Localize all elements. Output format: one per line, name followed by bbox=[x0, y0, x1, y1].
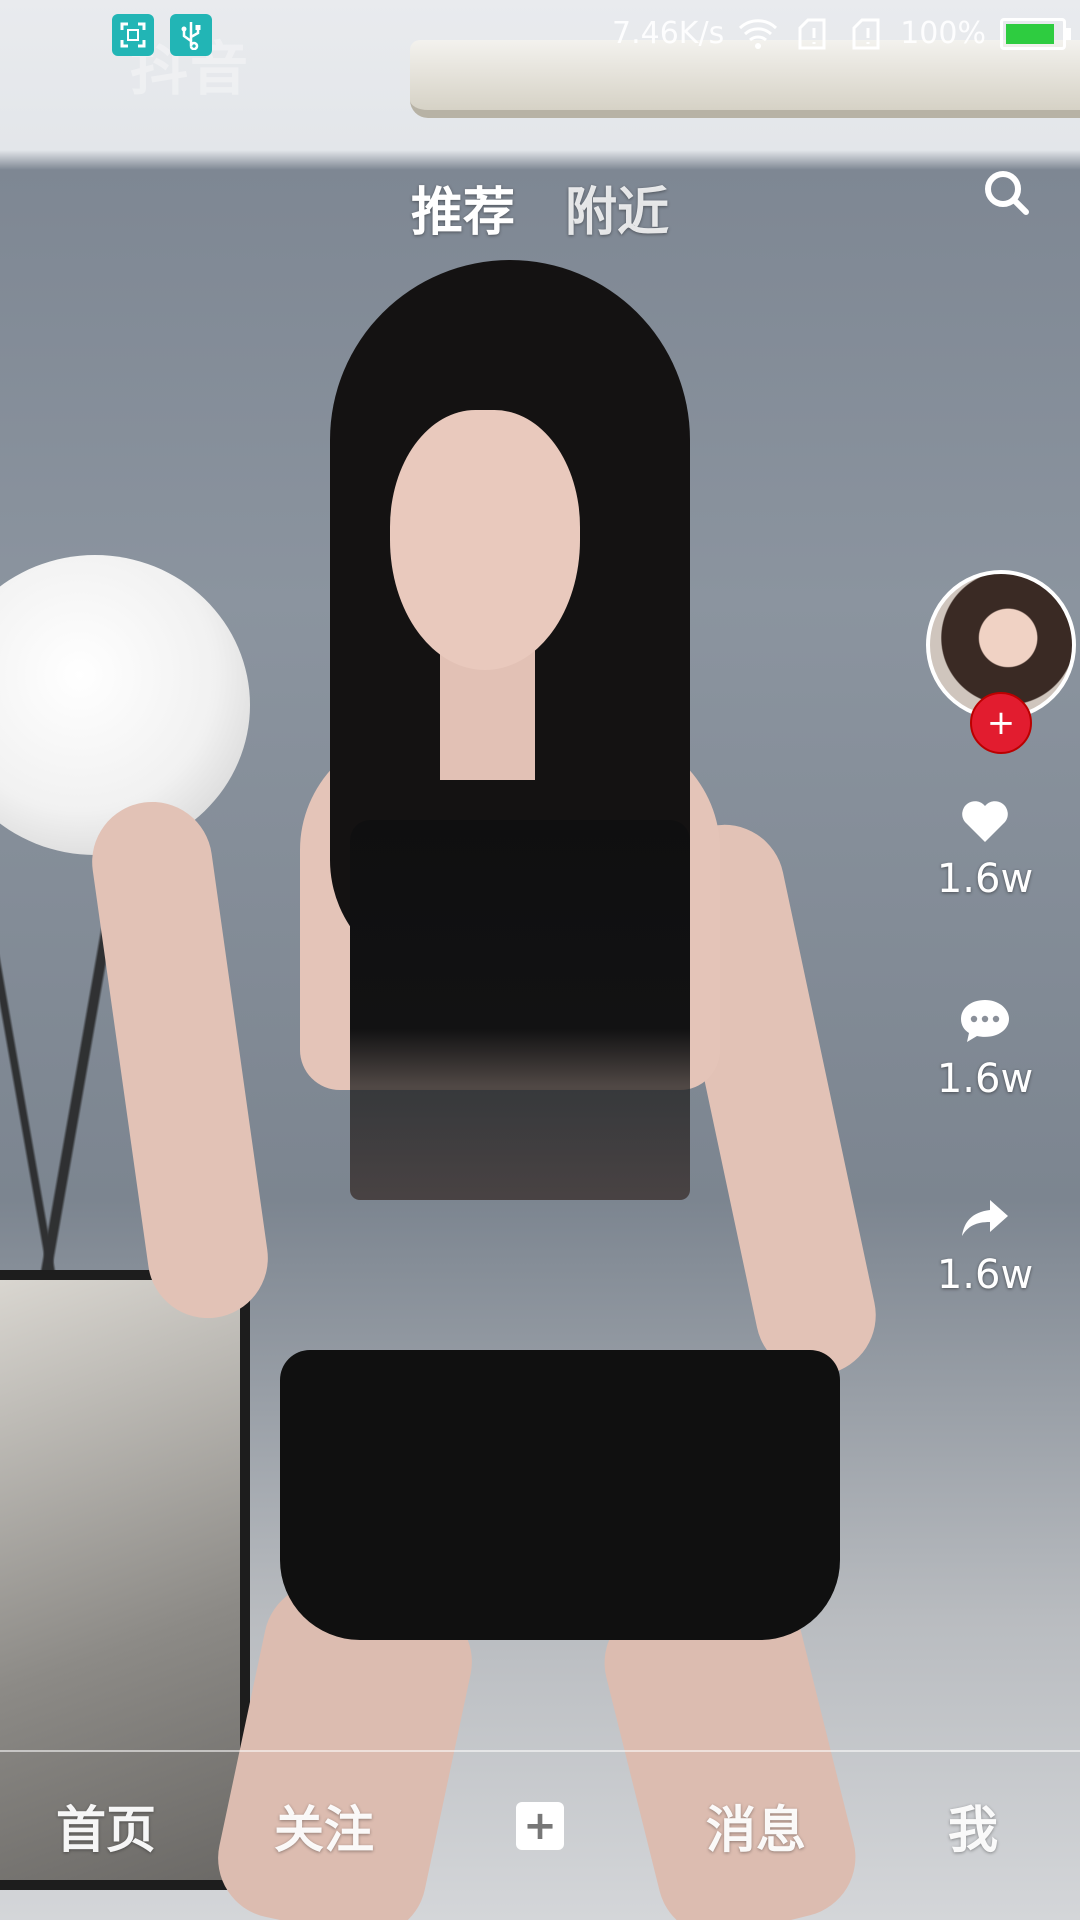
usb-icon bbox=[170, 14, 212, 56]
like-button[interactable]: 1.6w bbox=[890, 800, 1080, 902]
comment-count: 1.6w bbox=[936, 1056, 1034, 1102]
nav-messages[interactable]: 消息 bbox=[706, 1790, 806, 1862]
nav-follow[interactable]: 关注 bbox=[274, 1790, 374, 1862]
share-icon bbox=[962, 1200, 1008, 1236]
tab-nearby[interactable]: 附近 bbox=[565, 170, 669, 245]
video-player[interactable] bbox=[0, 0, 1080, 1920]
feed-tabs: 推荐 附近 bbox=[0, 170, 1080, 245]
wifi-icon bbox=[739, 18, 778, 49]
search-icon[interactable] bbox=[982, 168, 1032, 218]
heart-icon bbox=[962, 801, 1008, 842]
nav-home[interactable]: 首页 bbox=[56, 1790, 156, 1862]
tab-recommended[interactable]: 推荐 bbox=[411, 170, 515, 245]
share-count: 1.6w bbox=[936, 1252, 1034, 1298]
sim-signal-icon bbox=[852, 18, 880, 49]
video-subject bbox=[84, 260, 887, 1920]
battery-icon bbox=[1000, 17, 1071, 50]
battery-percent: 100% bbox=[900, 16, 986, 51]
like-count: 1.6w bbox=[936, 856, 1034, 902]
share-button[interactable]: 1.6w bbox=[890, 1196, 1080, 1298]
network-speed: 7.46K/s bbox=[612, 16, 725, 51]
bottom-nav: 首页 关注 + 消息 我 bbox=[0, 1750, 1080, 1920]
sim-signal-icon bbox=[798, 18, 826, 49]
nav-me[interactable]: 我 bbox=[948, 1790, 998, 1862]
follow-button[interactable]: + bbox=[970, 692, 1032, 754]
add-video-button[interactable]: + bbox=[516, 1802, 564, 1850]
comment-button[interactable]: 1.6w bbox=[890, 998, 1080, 1102]
status-bar: 抖音 7.46K/s 100% bbox=[0, 0, 1080, 103]
comment-icon bbox=[961, 1000, 1009, 1042]
screenshot-icon bbox=[112, 14, 154, 56]
